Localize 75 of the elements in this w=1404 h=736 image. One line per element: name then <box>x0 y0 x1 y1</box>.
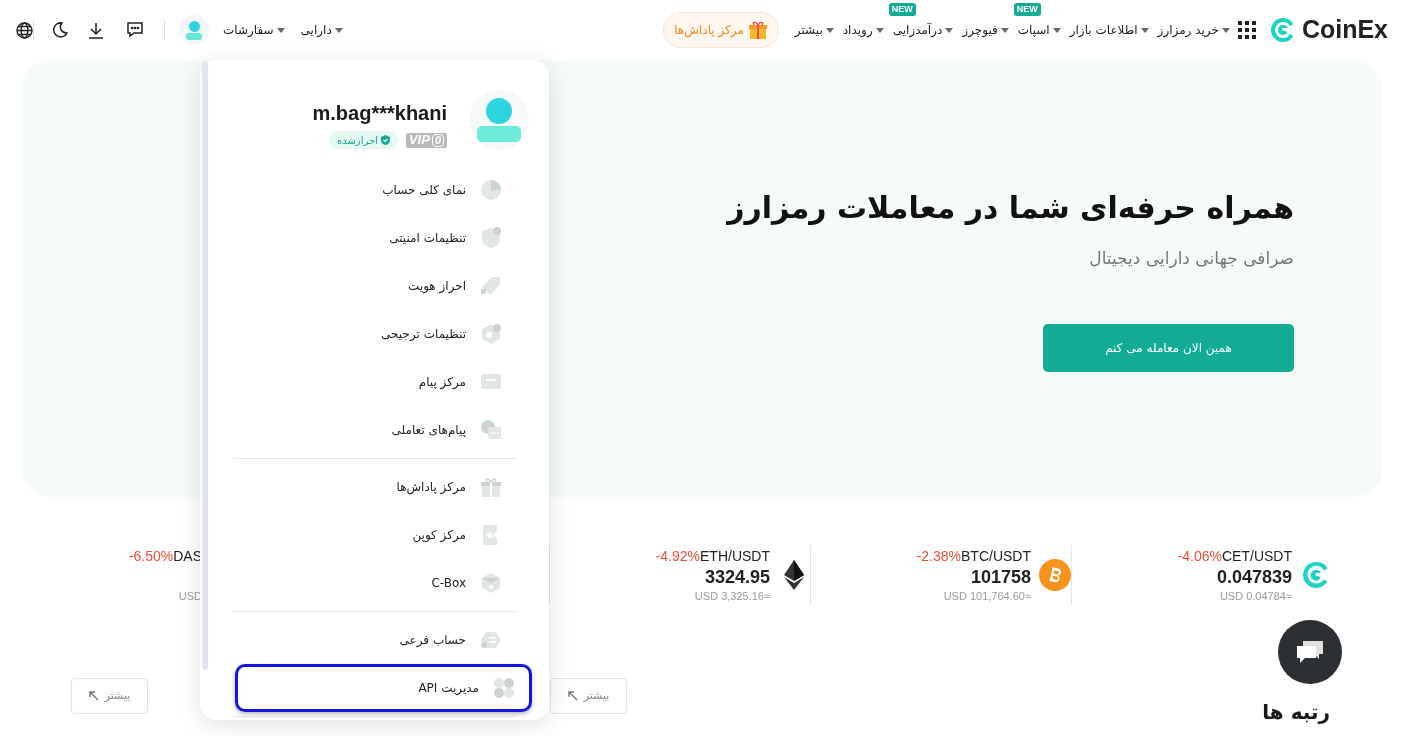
arrow-icon <box>88 691 99 701</box>
usd-price: USD 101,764.60≈ <box>943 588 1031 604</box>
caret-icon <box>945 27 954 33</box>
account-menu-item[interactable]: مرکز پیام <box>233 358 516 406</box>
account-menu-item[interactable]: C-Box <box>233 559 516 607</box>
gift-icon <box>747 20 768 40</box>
hero-title: همراه حرفه‌ای شما در معاملات رمزارز <box>727 189 1294 227</box>
caret-icon <box>1052 27 1061 33</box>
account-menu-item[interactable]: مرکز پاداش‌ها <box>233 463 516 511</box>
shield-icon <box>480 227 502 249</box>
account-menu-item[interactable]: تنظیمات ترجیحی <box>233 310 516 358</box>
trading-pair: ETH/USDT <box>700 546 770 565</box>
account-menu-item[interactable]: پیام‌های تعاملی <box>233 406 516 454</box>
caret-icon <box>1000 27 1009 33</box>
nav-menu-item[interactable]: اطلاعات بازار <box>1069 21 1149 39</box>
last-price: 101758 <box>970 565 1031 589</box>
verified-badge: احرازشده <box>328 131 398 149</box>
account-menu-item[interactable]: تنظیمات امنیتی <box>233 214 516 262</box>
nav-menu-item[interactable]: بیشتر <box>794 21 834 39</box>
usd-price: USD 0.04784≈ <box>1219 588 1292 604</box>
tag-icon <box>480 275 502 297</box>
four-circles-icon <box>493 677 515 699</box>
chat-bubbles-icon <box>1295 639 1325 665</box>
nav-menu-item[interactable]: سفارشات <box>223 21 285 39</box>
account-menu-item[interactable]: مرکز کوپن <box>233 511 516 559</box>
caret-icon <box>334 27 343 33</box>
last-price: 0.047839 <box>1216 565 1292 589</box>
price-change: -6.50% <box>128 546 174 565</box>
bitcoin-icon <box>1039 559 1071 591</box>
account-menu-item[interactable]: حساب فرعی <box>233 616 516 664</box>
section-heading: رتبه ها <box>1262 699 1330 726</box>
hero-subtitle: صرافی جهانی دارایی دیجیتال <box>1089 247 1294 271</box>
caret-icon <box>825 27 834 33</box>
nav-menu-item[interactable]: اسپات <box>1017 21 1061 39</box>
last-price: 3324.95 <box>704 565 770 589</box>
chat-icon[interactable] <box>126 22 144 38</box>
nav-menu-item[interactable]: دارایی <box>300 21 343 39</box>
hexagon-box-icon <box>480 572 502 594</box>
caret-icon <box>875 27 884 33</box>
hexagon-list-icon <box>480 629 502 651</box>
nav-menu-item[interactable]: درآمدزایی <box>892 21 954 39</box>
account-menu-item[interactable]: مدیریت API <box>235 664 532 712</box>
price-change: -4.92% <box>655 546 700 565</box>
more-button[interactable]: بیشتر <box>550 678 627 714</box>
pie-chart-icon <box>480 179 502 201</box>
download-icon[interactable] <box>88 21 104 39</box>
vip-badge: VIP 0 <box>405 132 447 148</box>
username: m.bag***khani <box>312 101 447 126</box>
new-badge: NEW <box>888 3 916 16</box>
gift-icon <box>480 476 502 498</box>
ethereum-icon <box>784 560 804 590</box>
logo-text[interactable]: CoinEx <box>1301 11 1388 49</box>
caret-icon <box>1140 27 1149 33</box>
trading-pair: DAS <box>173 546 202 565</box>
caret-icon <box>276 27 285 33</box>
more-button[interactable]: بیشتر <box>71 678 148 714</box>
apps-grid-icon[interactable] <box>1237 21 1256 39</box>
caret-icon <box>1221 27 1230 33</box>
trading-pair: CET/USDT <box>1222 546 1292 565</box>
moon-icon[interactable] <box>52 22 68 38</box>
account-menu-item[interactable]: احراز هویت <box>233 262 516 310</box>
account-menu-item[interactable]: نمای کلی حساب <box>233 166 516 214</box>
scrollbar[interactable] <box>202 62 208 670</box>
globe-icon[interactable] <box>16 21 33 39</box>
chat-bubbles-icon <box>480 419 502 441</box>
arrow-icon <box>567 691 578 701</box>
new-badge: NEW <box>1013 3 1041 16</box>
nav-menu-item[interactable]: خرید رمزارز <box>1157 21 1230 39</box>
gear-icon <box>480 323 502 345</box>
trading-pair: BTC/USDT <box>961 546 1031 565</box>
price-change: -2.38% <box>916 546 961 565</box>
nav-menu-item[interactable]: رویداد <box>842 21 884 39</box>
nav-menu-item[interactable]: فیوچرز <box>962 21 1009 39</box>
usd-price: USD 3,325.16≈ <box>694 588 770 604</box>
price-change: -4.06% <box>1177 546 1222 565</box>
